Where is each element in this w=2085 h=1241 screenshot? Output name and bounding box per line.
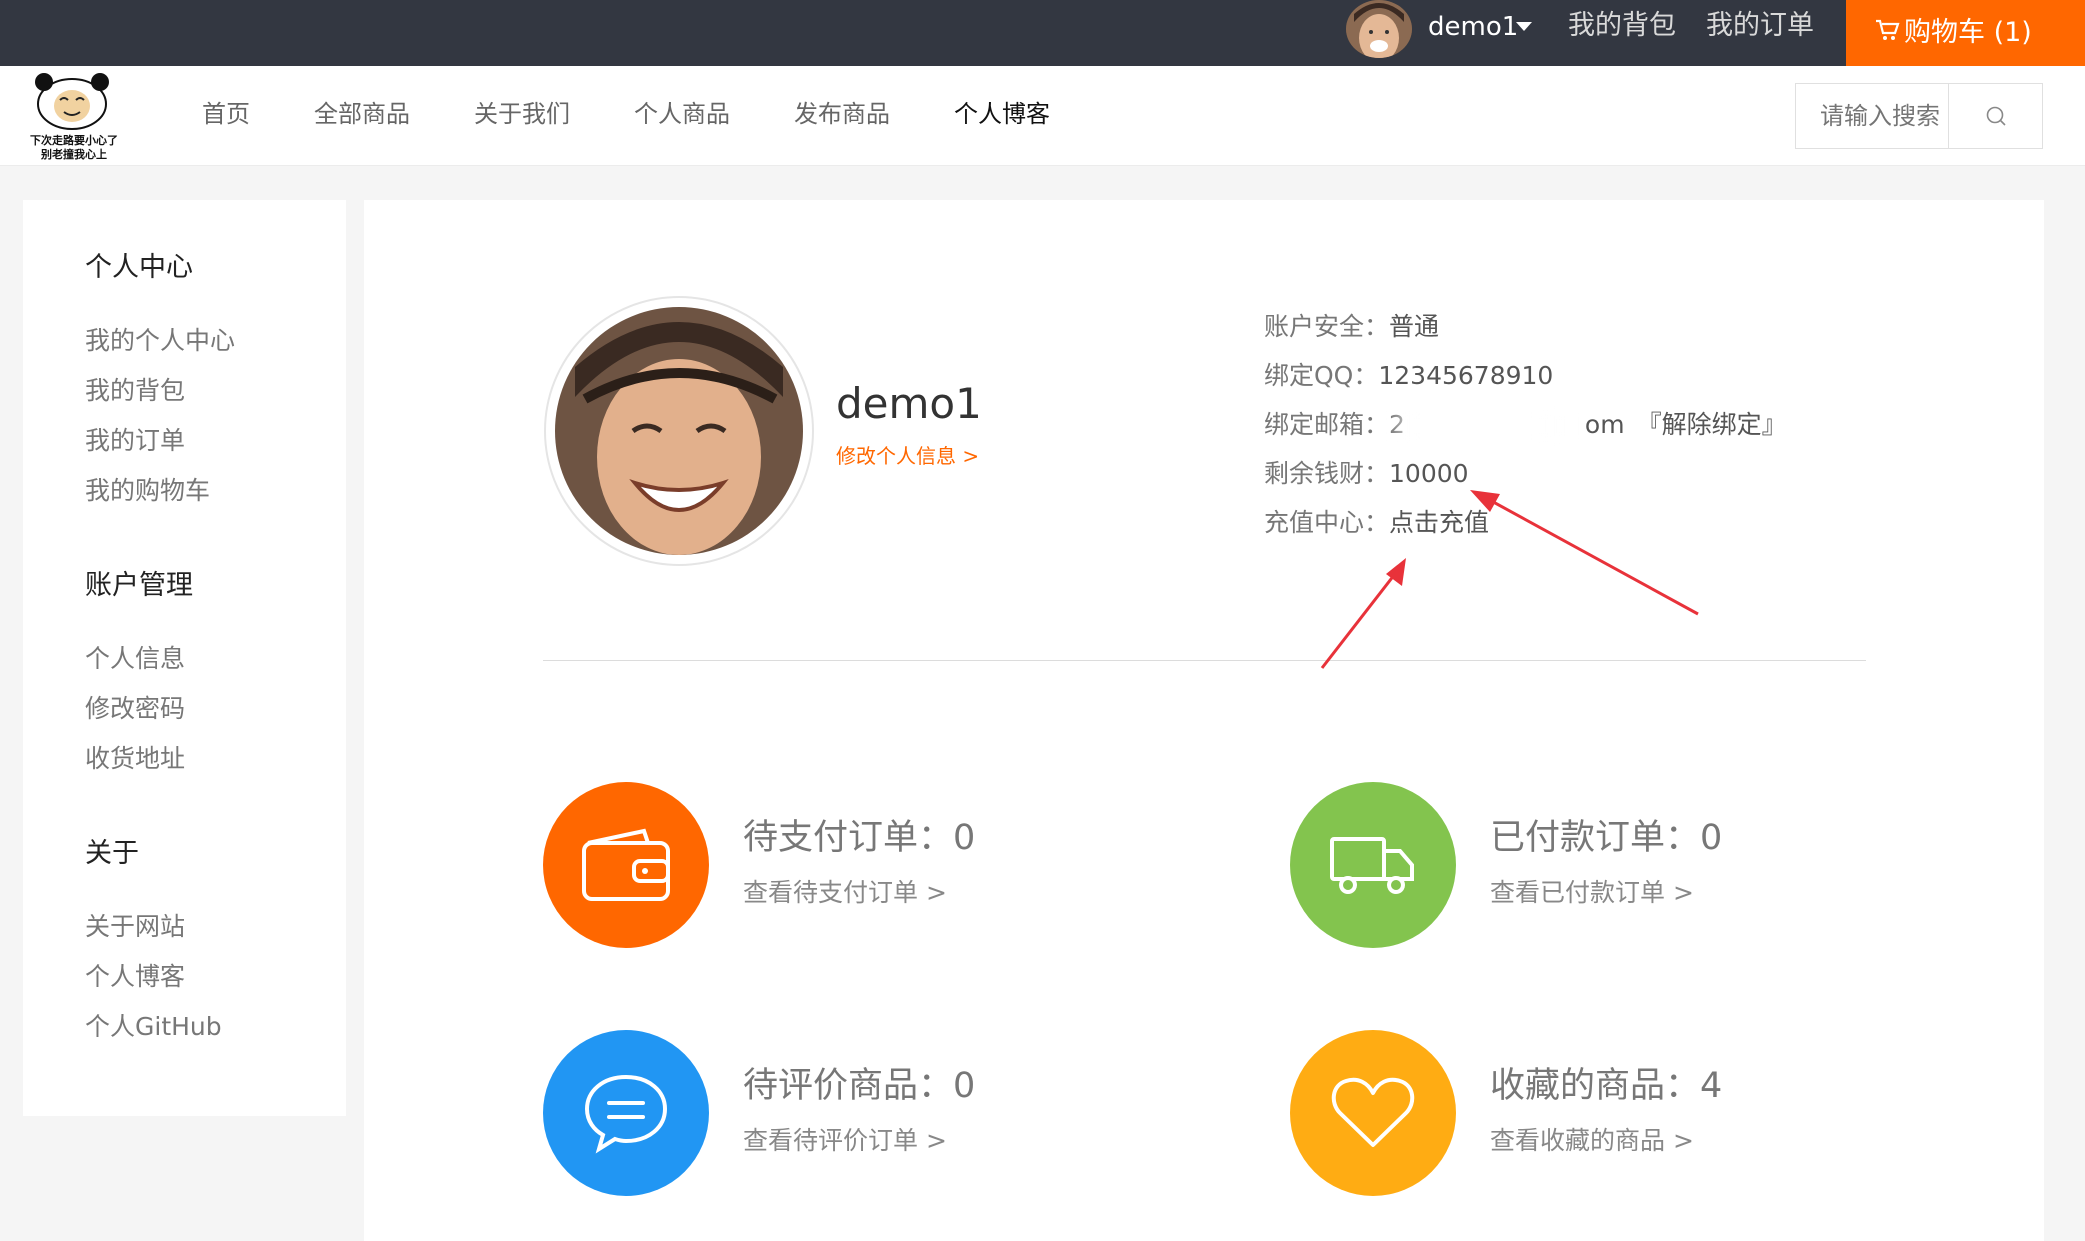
sidebar-item-about-site[interactable]: 关于网站 <box>85 910 185 944</box>
chat-bubble-icon <box>543 1030 709 1196</box>
stat-favorites[interactable]: 收藏的商品：4 查看收藏的商品 > <box>1290 1030 1930 1200</box>
nav-item-about[interactable]: 关于我们 <box>474 96 570 132</box>
sidebar-item-personal-info[interactable]: 个人信息 <box>85 642 185 676</box>
search-box <box>1795 83 2043 149</box>
nav-item-home[interactable]: 首页 <box>202 96 250 132</box>
money-value: 10000 <box>1389 459 1469 488</box>
nav-item-blog[interactable]: 个人博客 <box>954 96 1050 132</box>
sidebar-item-my-center[interactable]: 我的个人中心 <box>85 324 235 358</box>
edit-profile-link[interactable]: 修改个人信息 > <box>836 442 979 470</box>
my-bag-link[interactable]: 我的背包 <box>1568 8 1676 44</box>
cart-label: 购物车 (1) <box>1904 17 2032 48</box>
cart-icon <box>1876 19 1900 40</box>
divider <box>543 660 1866 661</box>
email-redaction <box>1388 410 1574 442</box>
search-button[interactable] <box>1948 84 2042 148</box>
main-panel: demo1 修改个人信息 > 账户安全：普通 绑定QQ：12345678910 … <box>364 200 2044 1241</box>
stat-paid[interactable]: 已付款订单：0 查看已付款订单 > <box>1290 782 1930 952</box>
logo-caption: 下次走路要小心了 别老撞我心上 <box>30 134 118 161</box>
nav-item-publish[interactable]: 发布商品 <box>794 96 890 132</box>
sidebar-item-blog[interactable]: 个人博客 <box>85 960 185 994</box>
paid-label: 已付款订单：0 <box>1490 818 1723 858</box>
my-orders-link[interactable]: 我的订单 <box>1706 8 1814 44</box>
nav-item-my-products[interactable]: 个人商品 <box>634 96 730 132</box>
paid-link[interactable]: 查看已付款订单 > <box>1490 876 1694 910</box>
pending-review-label: 待评价商品：0 <box>743 1066 976 1106</box>
site-logo[interactable]: 下次走路要小心了 别老撞我心上 <box>22 70 126 166</box>
site-header: 下次走路要小心了 别老撞我心上 首页 全部商品 关于我们 个人商品 发布商品 个… <box>0 66 2085 166</box>
favorites-label: 收藏的商品：4 <box>1490 1066 1723 1106</box>
info-money-row: 剩余钱财：10000 <box>1264 459 1469 488</box>
user-name[interactable]: demo1 <box>1428 10 1518 44</box>
sidebar-item-change-password[interactable]: 修改密码 <box>85 692 185 726</box>
stat-pending-pay[interactable]: 待支付订单：0 查看待支付订单 > <box>543 782 1183 952</box>
pending-review-link[interactable]: 查看待评价订单 > <box>743 1124 947 1158</box>
main-nav: 首页 全部商品 关于我们 个人商品 发布商品 个人博客 <box>202 96 1114 132</box>
sidebar-item-address[interactable]: 收货地址 <box>85 742 185 776</box>
cart-button[interactable]: 购物车 (1) <box>1846 0 2085 66</box>
favorites-link[interactable]: 查看收藏的商品 > <box>1490 1124 1694 1158</box>
sidebar: 个人中心 我的个人中心 我的背包 我的订单 我的购物车 账户管理 个人信息 修改… <box>23 200 346 1116</box>
user-avatar[interactable] <box>1346 0 1412 58</box>
info-security-row: 账户安全：普通 <box>1264 312 1440 341</box>
info-email-row: 绑定邮箱：2om『解除绑定』 <box>1264 408 1787 442</box>
sidebar-item-my-bag[interactable]: 我的背包 <box>85 374 185 408</box>
sidebar-group-title-about: 关于 <box>85 838 139 869</box>
sidebar-group-title-personal: 个人中心 <box>85 252 193 283</box>
chevron-down-icon[interactable] <box>1516 22 1532 31</box>
wallet-icon <box>543 782 709 948</box>
profile-name: demo1 <box>836 379 982 428</box>
profile-avatar[interactable] <box>544 296 814 566</box>
pending-pay-label: 待支付订单：0 <box>743 818 976 858</box>
top-bar: demo1 我的背包 我的订单 购物车 (1) <box>0 0 2085 66</box>
sidebar-item-my-orders[interactable]: 我的订单 <box>85 424 185 458</box>
info-recharge-row: 充值中心：点击充值 <box>1264 508 1490 537</box>
pending-pay-link[interactable]: 查看待支付订单 > <box>743 876 947 910</box>
sidebar-item-my-cart[interactable]: 我的购物车 <box>85 474 210 508</box>
recharge-link[interactable]: 点击充值 <box>1389 508 1489 537</box>
truck-icon <box>1290 782 1456 948</box>
panda-meme-icon <box>35 73 109 130</box>
stat-pending-review[interactable]: 待评价商品：0 查看待评价订单 > <box>543 1030 1183 1200</box>
unbind-email-link[interactable]: 『解除绑定』 <box>1637 410 1787 439</box>
sidebar-item-github[interactable]: 个人GitHub <box>85 1010 222 1044</box>
search-input[interactable] <box>1796 84 1948 148</box>
info-qq-row: 绑定QQ：12345678910 <box>1264 361 1554 390</box>
email-value-end: om <box>1584 410 1625 439</box>
heart-icon <box>1290 1030 1456 1196</box>
sidebar-group-title-account: 账户管理 <box>85 570 193 601</box>
search-icon <box>1986 106 2006 126</box>
nav-item-all-products[interactable]: 全部商品 <box>314 96 410 132</box>
